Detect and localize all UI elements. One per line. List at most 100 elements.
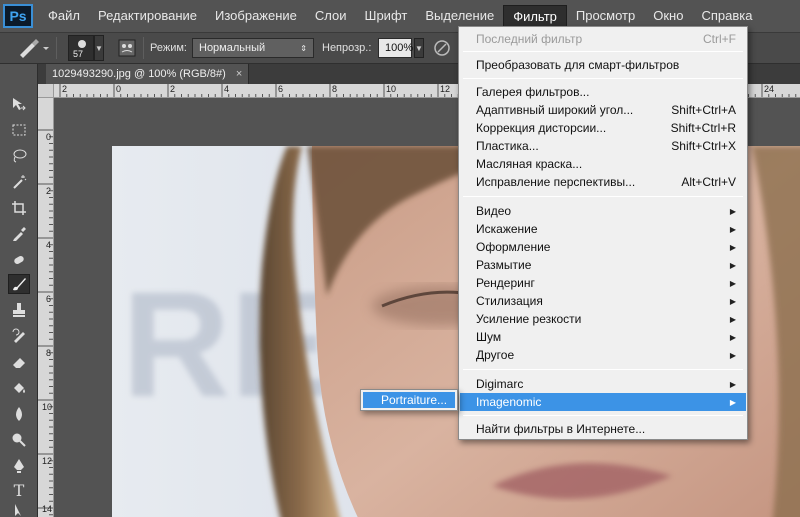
healing-brush-tool-icon[interactable] [8,250,30,270]
menu-item-vanishing-point[interactable]: Исправление перспективы... Alt+Ctrl+V [460,173,746,191]
menu-item-label: Галерея фильтров... [476,85,590,99]
menu-separator [463,196,743,197]
menu-item-label: Видео [476,204,512,218]
clone-stamp-tool-icon[interactable] [8,300,30,320]
blur-tool-icon[interactable] [8,404,30,424]
menu-separator [463,415,743,416]
ruler-label: 14 [42,504,53,514]
menu-item-label: Адаптивный широкий угол... [476,103,634,117]
menu-item-filter-gallery[interactable]: Галерея фильтров... [460,83,746,101]
menu-item-label: Исправление перспективы... [476,175,636,189]
submenu-arrow-icon: ▶ [729,332,736,342]
submenu-arrow-icon: ▶ [729,314,736,324]
document-tab[interactable]: 1029493290.jpg @ 100% (RGB/8#) × [46,64,250,84]
mode-value: Нормальный [199,42,266,54]
menu-item-label: Стилизация [476,294,543,308]
menu-item-blur[interactable]: Размытие ▶ [460,256,746,274]
lasso-tool-icon[interactable] [8,146,30,166]
menu-item-sharpen[interactable]: Усиление резкости ▶ [460,310,746,328]
brush-panel-toggle[interactable] [118,33,136,63]
menu-item-other[interactable]: Другое ▶ [460,346,746,364]
opacity-field[interactable]: 100% [378,38,413,58]
ruler-label: 2 [46,186,52,196]
menu-item-distort[interactable]: Искажение ▶ [460,220,746,238]
menu-edit[interactable]: Редактирование [89,5,206,27]
menu-window[interactable]: Окно [644,5,692,27]
menu-item-render[interactable]: Рендеринг ▶ [460,274,746,292]
menu-item-liquify[interactable]: Пластика... Shift+Ctrl+X [460,137,746,155]
menu-item-shortcut: Alt+Ctrl+V [681,175,736,189]
menu-item-noise[interactable]: Шум ▶ [460,328,746,346]
photoshop-logo: Ps [3,4,33,28]
menu-image[interactable]: Изображение [206,5,306,27]
mode-select[interactable]: Нормальный ⇕ [192,38,314,58]
menu-item-lens-correction[interactable]: Коррекция дисторсии... Shift+Ctrl+R [460,119,746,137]
submenu-arrow-icon: ▶ [729,379,736,389]
submenu-arrow-icon: ▶ [729,242,736,252]
pressure-opacity-toggle[interactable] [432,33,452,63]
ruler-label: 6 [46,294,52,304]
menu-item-digimarc[interactable]: Digimarc ▶ [460,375,746,393]
ruler-label: 24 [764,84,775,94]
eraser-tool-icon[interactable] [8,352,30,372]
ruler-label: 6 [278,84,284,94]
vertical-ruler[interactable]: 0 2 4 6 8 10 12 14 [38,84,54,517]
menu-item-shortcut: Shift+Ctrl+A [671,103,736,117]
menu-file[interactable]: Файл [39,5,89,27]
close-icon[interactable]: × [236,68,242,80]
path-selection-tool-icon[interactable] [8,504,30,516]
ruler-label: 4 [46,240,52,250]
menu-item-video[interactable]: Видео ▶ [460,202,746,220]
menu-item-oil-paint[interactable]: Масляная краска... [460,155,746,173]
brush-tool-icon[interactable] [8,274,30,294]
ruler-label: 10 [42,402,53,412]
submenu-arrow-icon: ▶ [729,296,736,306]
pen-tool-icon[interactable] [8,456,30,476]
brush-tool-icon [20,39,49,58]
brush-panel-icon [118,39,136,57]
menu-type[interactable]: Шрифт [356,5,417,27]
marquee-tool-icon[interactable] [8,120,30,140]
tool-preset-picker[interactable] [14,33,50,63]
filter-menu: Последний фильтр Ctrl+F Преобразовать дл… [458,26,748,440]
magic-wand-tool-icon[interactable] [8,172,30,192]
menu-item-label: Другое [476,348,515,362]
tools-panel: T [0,64,38,517]
imagenomic-submenu: Portraiture... [360,389,458,411]
ruler-origin[interactable] [38,84,54,98]
ruler-label: 2 [170,84,176,94]
menu-filter[interactable]: Фильтр [503,5,567,27]
menu-item-stylize[interactable]: Стилизация ▶ [460,292,746,310]
paint-bucket-tool-icon[interactable] [8,378,30,398]
menu-item-last-filter[interactable]: Последний фильтр Ctrl+F [460,30,746,48]
menu-view[interactable]: Просмотр [567,5,644,27]
opacity-label: Непрозр.: [322,42,372,54]
history-brush-tool-icon[interactable] [8,326,30,346]
opacity-dropdown-icon[interactable]: ▼ [414,38,424,58]
eyedropper-tool-icon[interactable] [8,224,30,244]
menu-item-label: Шум [476,330,502,344]
menu-item-label: Искажение [476,222,538,236]
type-tool-icon[interactable]: T [8,480,30,500]
document-tab-title: 1029493290.jpg @ 100% (RGB/8#) [52,68,226,80]
brush-picker[interactable]: 57 ▼ [68,33,104,63]
brush-preview[interactable]: 57 [68,35,94,61]
crop-tool-icon[interactable] [8,198,30,218]
menu-item-convert-smart-filters[interactable]: Преобразовать для смарт-фильтров [460,56,746,74]
dodge-tool-icon[interactable] [8,430,30,450]
menu-item-adaptive-wide-angle[interactable]: Адаптивный широкий угол... Shift+Ctrl+A [460,101,746,119]
move-tool-icon[interactable] [8,94,30,114]
menu-item-label: Digimarc [476,377,524,391]
menu-select[interactable]: Выделение [416,5,503,27]
menu-layers[interactable]: Слои [306,5,356,27]
menu-help[interactable]: Справка [692,5,761,27]
menu-item-sketch[interactable]: Оформление ▶ [460,238,746,256]
ruler-label: 4 [224,84,230,94]
chevron-down-icon[interactable]: ▼ [94,35,104,61]
menu-item-shortcut: Shift+Ctrl+R [670,121,736,135]
menu-item-browse-filters-online[interactable]: Найти фильтры в Интернете... [460,420,746,438]
submenu-arrow-icon: ▶ [729,350,736,360]
ruler-label: 0 [116,84,122,94]
menu-item-portraiture[interactable]: Portraiture... [363,392,455,408]
menu-item-imagenomic[interactable]: Imagenomic ▶ [460,393,746,411]
